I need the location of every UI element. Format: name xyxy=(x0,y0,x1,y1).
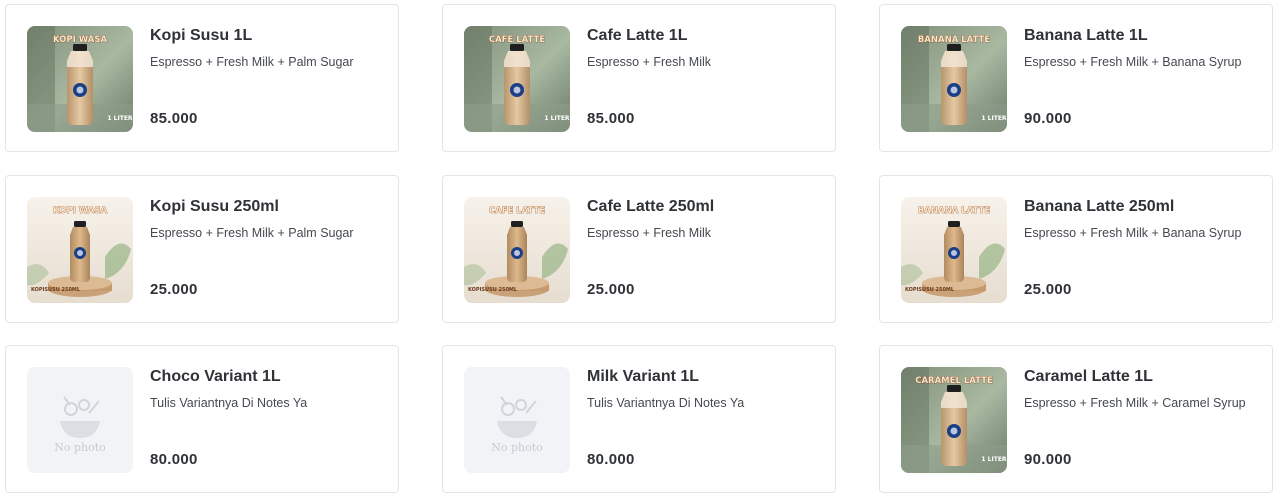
product-name: Caramel Latte 1L xyxy=(1024,368,1153,385)
photo-size-text: 1 LITER xyxy=(981,456,1007,463)
product-photo-1l: CARAMEL LATTE 1 LITER xyxy=(901,367,1007,473)
photo-brand-text: CAFE LATTE xyxy=(489,206,546,216)
photo-size-text: 1 LITER xyxy=(544,115,570,122)
product-description: Espresso + Fresh Milk + Palm Sugar xyxy=(150,55,354,69)
no-photo-placeholder: No photo xyxy=(464,367,570,473)
product-card[interactable]: KOPI WASA 1 LITER Kopi Susu 1L Espresso … xyxy=(5,4,399,152)
product-price: 25.000 xyxy=(150,281,198,298)
product-card[interactable]: BANANA LATTE 1 LITER Banana Latte 1L Esp… xyxy=(879,4,1273,152)
product-name: Kopi Susu 1L xyxy=(150,27,253,44)
photo-brand-text: KOPI WASA xyxy=(53,35,107,45)
photo-brand-text: KOPI WASA xyxy=(53,206,107,216)
product-name: Kopi Susu 250ml xyxy=(150,198,279,215)
product-photo-250ml: KOPI WASA KOPISUSU 250ML xyxy=(27,197,133,303)
product-photo-250ml: BANANA LATTE KOPISUSU 250ML xyxy=(901,197,1007,303)
product-thumbnail[interactable]: BANANA LATTE 1 LITER xyxy=(901,26,1007,132)
no-photo-text: No photo xyxy=(491,441,543,454)
photo-brand-text: BANANA LATTE xyxy=(918,35,991,45)
product-description: Tulis Variantnya Di Notes Ya xyxy=(587,396,745,410)
product-name: Cafe Latte 250ml xyxy=(587,198,715,215)
product-description: Espresso + Fresh Milk + Banana Syrup xyxy=(1024,226,1242,240)
product-grid: KOPI WASA 1 LITER Kopi Susu 1L Espresso … xyxy=(0,0,1280,499)
product-card[interactable]: CAFE LATTE 1 LITER Cafe Latte 1L Espress… xyxy=(442,4,836,152)
no-photo-placeholder: No photo xyxy=(27,367,133,473)
product-name: Cafe Latte 1L xyxy=(587,27,688,44)
product-name: Banana Latte 1L xyxy=(1024,27,1148,44)
photo-brand-text: CARAMEL LATTE xyxy=(915,376,993,386)
product-price: 90.000 xyxy=(1024,110,1072,127)
product-thumbnail[interactable]: BANANA LATTE KOPISUSU 250ML xyxy=(901,197,1007,303)
photo-size-text: KOPISUSU 250ML xyxy=(468,287,518,293)
photo-size-text: KOPISUSU 250ML xyxy=(905,287,955,293)
product-card[interactable]: KOPI WASA KOPISUSU 250ML Kopi Susu 250ml… xyxy=(5,175,399,323)
product-name: Banana Latte 250ml xyxy=(1024,198,1175,215)
photo-size-text: 1 LITER xyxy=(981,115,1007,122)
product-price: 25.000 xyxy=(587,281,635,298)
product-price: 80.000 xyxy=(587,451,635,468)
product-card[interactable]: BANANA LATTE KOPISUSU 250ML Banana Latte… xyxy=(879,175,1273,323)
photo-brand-text: CAFE LATTE xyxy=(489,35,546,45)
product-photo-1l: KOPI WASA 1 LITER xyxy=(27,26,133,132)
product-thumbnail[interactable]: KOPI WASA 1 LITER xyxy=(27,26,133,132)
product-name: Milk Variant 1L xyxy=(587,368,700,385)
product-price: 25.000 xyxy=(1024,281,1072,298)
product-description: Tulis Variantnya Di Notes Ya xyxy=(150,396,308,410)
product-price: 80.000 xyxy=(150,451,198,468)
product-price: 85.000 xyxy=(587,110,635,127)
product-thumbnail[interactable]: No photo xyxy=(27,367,133,473)
product-photo-1l: BANANA LATTE 1 LITER xyxy=(901,26,1007,132)
photo-size-text: 1 LITER xyxy=(107,115,133,122)
product-photo-250ml: CAFE LATTE KOPISUSU 250ML xyxy=(464,197,570,303)
product-description: Espresso + Fresh Milk xyxy=(587,55,711,69)
product-card[interactable]: No photo Milk Variant 1L Tulis Variantny… xyxy=(442,345,836,493)
product-card[interactable]: CARAMEL LATTE 1 LITER Caramel Latte 1L E… xyxy=(879,345,1273,493)
product-description: Espresso + Fresh Milk xyxy=(587,226,711,240)
product-thumbnail[interactable]: CAFE LATTE KOPISUSU 250ML xyxy=(464,197,570,303)
product-thumbnail[interactable]: CAFE LATTE 1 LITER xyxy=(464,26,570,132)
no-photo-text: No photo xyxy=(54,441,106,454)
product-description: Espresso + Fresh Milk + Banana Syrup xyxy=(1024,55,1242,69)
product-price: 85.000 xyxy=(150,110,198,127)
product-description: Espresso + Fresh Milk + Caramel Syrup xyxy=(1024,396,1246,410)
product-photo-1l: CAFE LATTE 1 LITER xyxy=(464,26,570,132)
product-thumbnail[interactable]: CARAMEL LATTE 1 LITER xyxy=(901,367,1007,473)
product-card[interactable]: CAFE LATTE KOPISUSU 250ML Cafe Latte 250… xyxy=(442,175,836,323)
product-thumbnail[interactable]: No photo xyxy=(464,367,570,473)
product-card[interactable]: No photo Choco Variant 1L Tulis Variantn… xyxy=(5,345,399,493)
photo-brand-text: BANANA LATTE xyxy=(918,206,991,216)
photo-size-text: KOPISUSU 250ML xyxy=(31,287,81,293)
product-description: Espresso + Fresh Milk + Palm Sugar xyxy=(150,226,354,240)
product-thumbnail[interactable]: KOPI WASA KOPISUSU 250ML xyxy=(27,197,133,303)
product-price: 90.000 xyxy=(1024,451,1072,468)
product-name: Choco Variant 1L xyxy=(150,368,281,385)
